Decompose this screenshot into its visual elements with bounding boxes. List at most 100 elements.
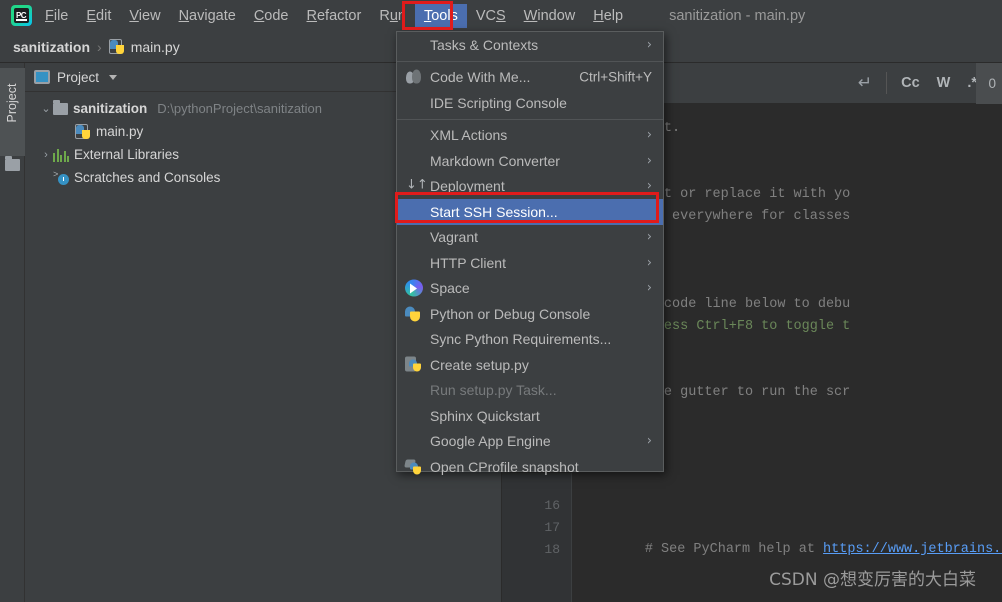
tools-menu-item-label: HTTP Client — [430, 254, 506, 271]
tools-menu-item-label: Sphinx Quickstart — [430, 407, 540, 424]
menu-navigate[interactable]: Navigate — [170, 4, 245, 28]
divider — [886, 72, 888, 94]
people-icon — [405, 69, 423, 86]
scratch-icon: >_ — [53, 170, 69, 185]
menu-code[interactable]: Code — [245, 4, 298, 28]
tools-menu-item-deployment[interactable]: ↓↑ Deployment › — [397, 174, 663, 200]
deployment-icon: ↓↑ — [406, 177, 428, 193]
submenu-arrow-icon: › — [646, 178, 652, 194]
tools-menu-item-label: Markdown Converter — [430, 152, 560, 169]
code-line-17: # See PyCharm help at https://www.jetbra… — [580, 517, 1002, 557]
tree-expand-arrow[interactable]: ⌄ — [39, 102, 53, 115]
tool-window-button-project[interactable]: Project — [0, 68, 25, 156]
tools-dropdown-menu: Tasks & Contexts › Code With Me... Ctrl+Shi… — [396, 31, 664, 475]
left-tool-strip: Project — [0, 63, 25, 602]
menu-vcs[interactable]: VCS — [467, 4, 515, 28]
line-number: 16 — [544, 498, 560, 513]
tools-menu-item-open-cprofile-snapshot[interactable]: Open CProfile snapshot — [397, 454, 663, 480]
pycharm-logo-icon: PC — [6, 4, 36, 28]
line-number-gutter: 16 17 18 — [502, 473, 572, 602]
submenu-arrow-icon: › — [646, 153, 652, 169]
folder-icon — [53, 99, 68, 115]
tools-menu-item-label: Tasks & Contexts — [430, 36, 539, 53]
tools-menu-item-google-app-engine[interactable]: Google App Engine › — [397, 429, 663, 455]
menu-view[interactable]: View — [120, 4, 169, 28]
menu-file[interactable]: File — [36, 4, 77, 28]
menu-edit[interactable]: Edit — [77, 4, 120, 28]
tree-expand-arrow[interactable]: › — [39, 149, 53, 161]
tree-node-path: D:\pythonProject\sanitization — [157, 101, 323, 116]
line-number: 17 — [544, 520, 560, 535]
tools-menu-item-sphinx-quickstart[interactable]: Sphinx Quickstart — [397, 403, 663, 429]
tools-menu-item-markdown-converter[interactable]: Markdown Converter › — [397, 148, 663, 174]
jetbrains-help-link[interactable]: https://www.jetbrains.com/help/ — [823, 542, 1002, 557]
cprofile-icon — [404, 458, 423, 475]
watermark: CSDN @想变厉害的大白菜 — [769, 570, 976, 590]
chevron-down-icon[interactable] — [109, 74, 118, 80]
window-title: sanitization - main.py — [669, 7, 806, 24]
tools-menu-item-label: Sync Python Requirements... — [430, 331, 612, 348]
tree-node-label: main.py — [96, 124, 144, 139]
line-number: 18 — [544, 542, 560, 557]
tools-menu-item-label: XML Actions — [430, 127, 508, 144]
tools-menu-item-python-or-debug-console[interactable]: Python or Debug Console — [397, 301, 663, 327]
menu-window[interactable]: Window — [515, 4, 585, 28]
tools-menu-item-label: Create setup.py — [430, 356, 529, 373]
help-comment-text: # See PyCharm help at — [644, 542, 824, 557]
tools-menu-item-code-with-me[interactable]: Code With Me... Ctrl+Shift+Y — [397, 65, 663, 91]
tools-menu-item-vagrant[interactable]: Vagrant › — [397, 225, 663, 251]
tools-menu-item-label: Code With Me... — [430, 69, 531, 86]
tools-menu-item-start-ssh-session[interactable]: Start SSH Session... — [397, 199, 663, 225]
tools-menu-item-ide-scripting-console[interactable]: IDE Scripting Console — [397, 90, 663, 116]
tree-node-label: sanitization — [73, 101, 148, 116]
tools-menu-item-label: Start SSH Session... — [430, 203, 558, 220]
menu-tools[interactable]: Tools — [414, 3, 467, 28]
menu-separator — [397, 60, 663, 62]
tools-menu-item-label: Deployment — [430, 178, 505, 195]
tools-menu-item-label: Space — [430, 280, 470, 297]
menu-bar: PC File Edit View Navigate Code Refactor Run To… — [0, 0, 1002, 31]
match-count: 0 — [976, 63, 1002, 104]
find-toolbar: ↵ Cc W .* 0 — [655, 63, 1002, 104]
python-file-icon — [75, 123, 91, 140]
submenu-arrow-icon: › — [646, 127, 652, 143]
project-window-icon — [34, 70, 50, 84]
match-case-toggle[interactable]: Cc — [901, 75, 920, 91]
tools-menu-item-label: IDE Scripting Console — [430, 94, 567, 111]
python-file-icon — [108, 38, 125, 55]
submenu-arrow-icon: › — [646, 255, 652, 271]
breadcrumb-project[interactable]: sanitization — [13, 39, 90, 55]
breadcrumb-file[interactable]: main.py — [131, 39, 180, 55]
tools-menu-item-xml-actions[interactable]: XML Actions › — [397, 123, 663, 149]
breadcrumb-separator: › — [97, 38, 102, 55]
pycharm-window: PC File Edit View Navigate Code Refactor Run To… — [0, 0, 1002, 602]
tools-menu-item-space[interactable]: Space › — [397, 276, 663, 302]
menu-bar-items: File Edit View Navigate Code Refactor Run Tools… — [36, 3, 632, 28]
setup-py-icon — [405, 356, 423, 373]
submenu-arrow-icon: › — [646, 433, 652, 449]
tools-menu-item-http-client[interactable]: HTTP Client › — [397, 250, 663, 276]
tools-menu-item-run-setup-py-task: Run setup.py Task... — [397, 378, 663, 404]
submenu-arrow-icon: › — [646, 37, 652, 53]
newline-search-icon[interactable]: ↵ — [858, 73, 872, 93]
tree-node-label: External Libraries — [74, 147, 180, 162]
words-toggle[interactable]: W — [937, 75, 951, 91]
tools-menu-item-tasks-contexts[interactable]: Tasks & Contexts › — [397, 32, 663, 58]
tree-node-label: Scratches and Consoles — [74, 170, 221, 185]
submenu-arrow-icon: › — [646, 229, 652, 245]
tools-menu-item-create-setup-py[interactable]: Create setup.py — [397, 352, 663, 378]
menu-item-shortcut: Ctrl+Shift+Y — [579, 69, 652, 85]
tools-menu-item-sync-python-requirements[interactable]: Sync Python Requirements... — [397, 327, 663, 353]
menu-help[interactable]: Help — [584, 4, 632, 28]
menu-run[interactable]: Run — [370, 4, 415, 28]
space-icon — [405, 279, 423, 297]
tool-window-label-project: Project — [5, 83, 19, 123]
folder-icon — [5, 156, 20, 171]
menu-refactor[interactable]: Refactor — [298, 4, 371, 28]
tools-menu-item-label: Python or Debug Console — [430, 305, 591, 322]
tools-menu-item-label: Vagrant — [430, 229, 478, 246]
tools-menu-item-label: Run setup.py Task... — [430, 382, 557, 399]
python-console-icon — [405, 305, 423, 322]
submenu-arrow-icon: › — [646, 280, 652, 296]
library-icon — [53, 148, 69, 162]
